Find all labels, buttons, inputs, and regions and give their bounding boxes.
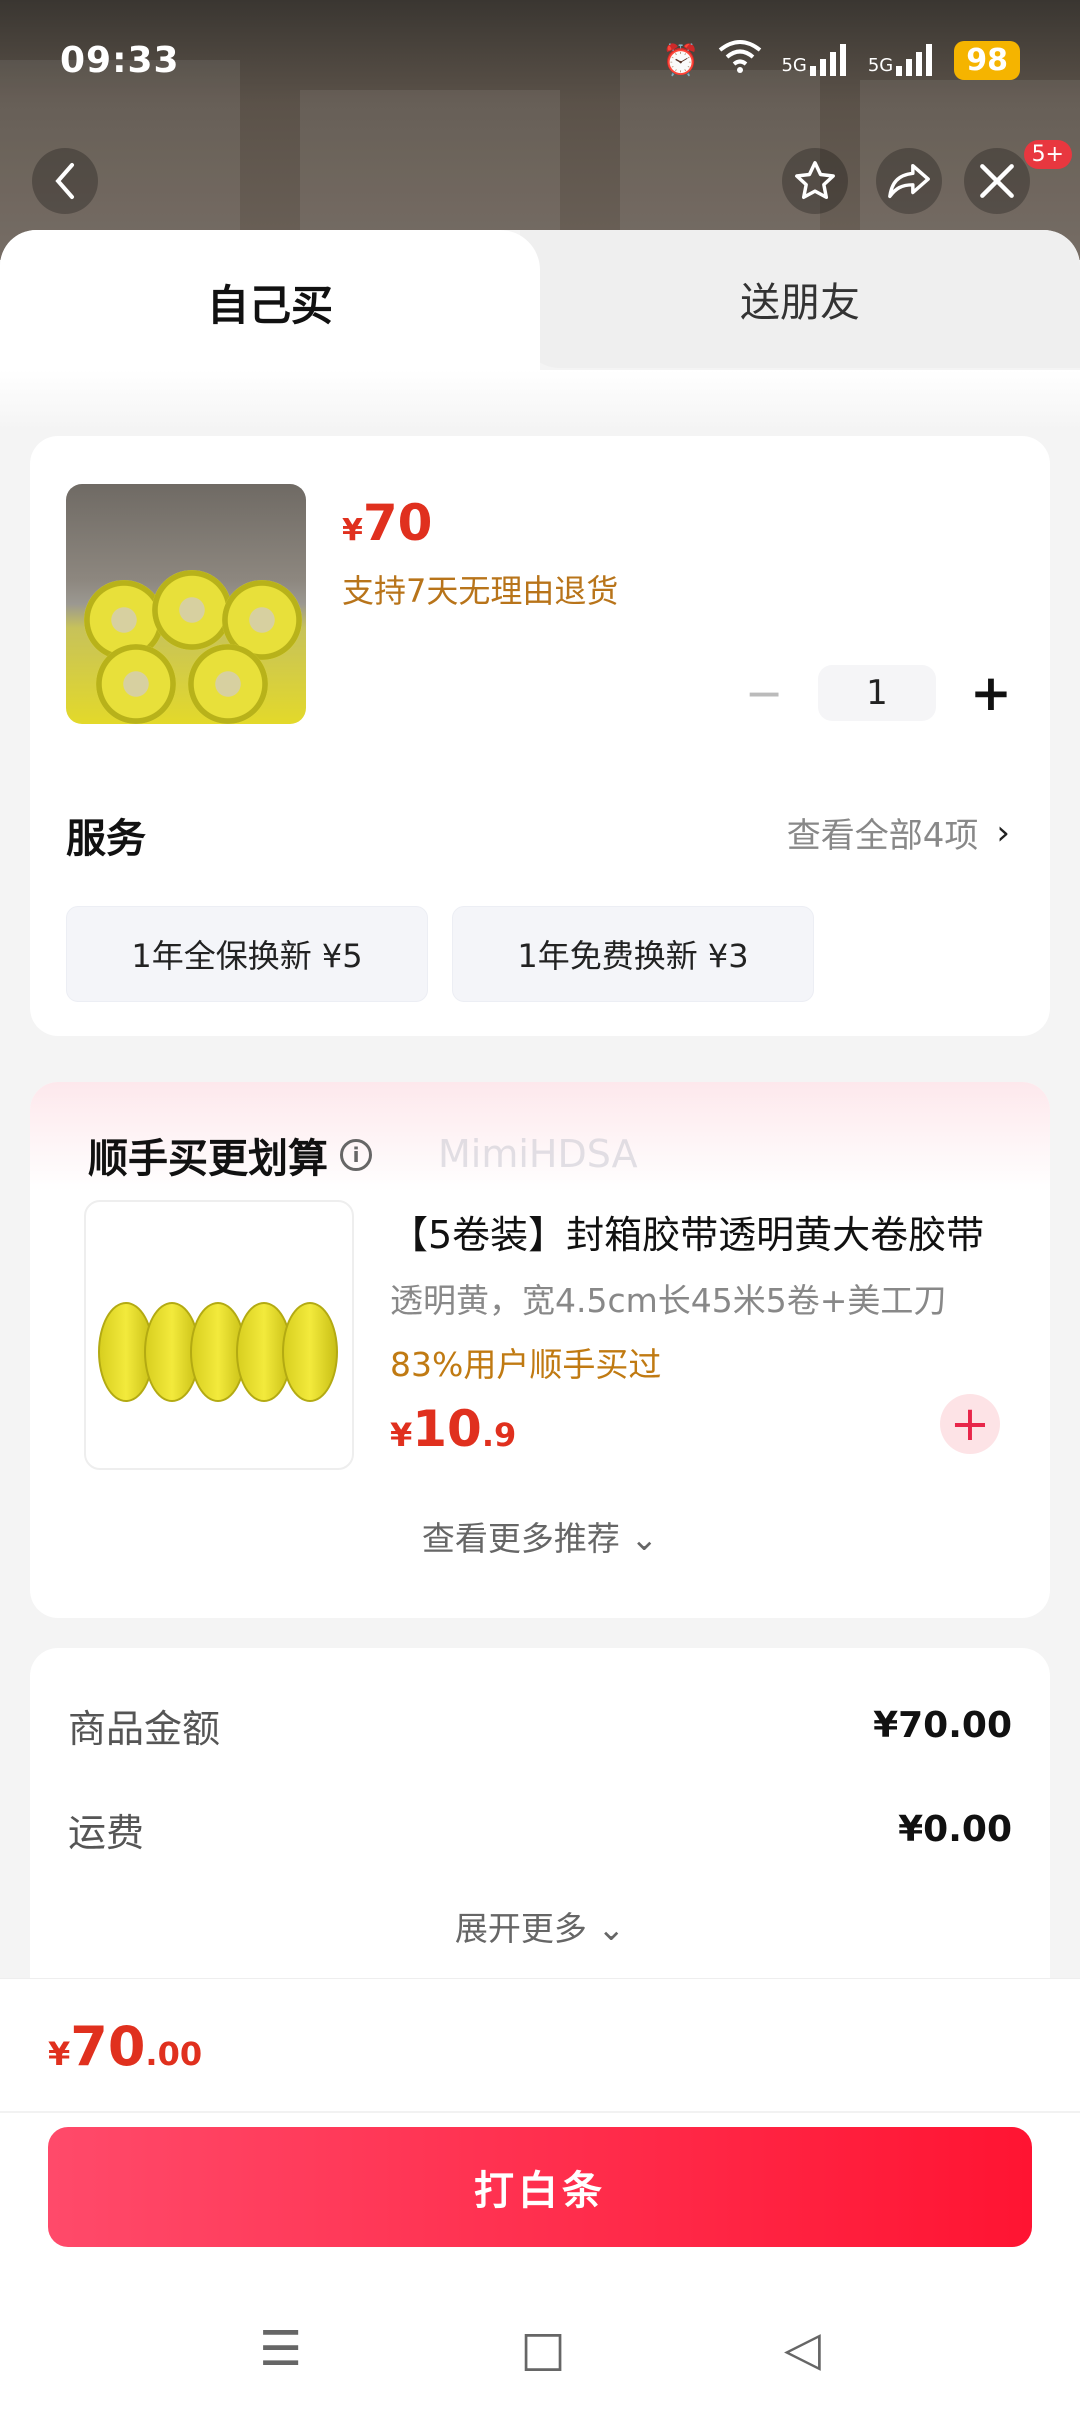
- return-policy: 支持7天无理由退货: [342, 572, 619, 610]
- currency-symbol: ¥: [48, 2035, 71, 2073]
- product-image[interactable]: [66, 484, 306, 724]
- quantity-stepper: − 1 +: [744, 664, 1012, 722]
- goods-amount-row: 商品金额 ¥70.00: [68, 1698, 1012, 1753]
- recommendation-title-text: 顺手买更划算: [88, 1136, 328, 1182]
- star-icon: [795, 161, 835, 200]
- alarm-icon: ⏰: [662, 42, 700, 78]
- view-all-label: 查看全部4项: [786, 816, 979, 856]
- price-value: 70: [362, 494, 433, 552]
- tab-bar: 送朋友 自己买: [0, 230, 1080, 410]
- share-icon: [888, 163, 930, 199]
- total-price: ¥70.00: [48, 2015, 202, 2078]
- tape-roll: [96, 644, 176, 724]
- status-bar: 09:33 ⏰ 5G 5G 98: [0, 0, 1080, 120]
- product-price: ¥70: [342, 494, 432, 552]
- share-button[interactable]: [876, 148, 942, 214]
- tape-roll: [152, 570, 232, 650]
- status-icons: ⏰ 5G 5G 98: [662, 38, 1020, 82]
- home-icon[interactable]: □: [520, 2321, 565, 2377]
- increase-button[interactable]: +: [970, 664, 1012, 722]
- status-time: 09:33: [60, 40, 180, 81]
- order-summary-card: 商品金额 ¥70.00 运费 ¥0.00 展开更多 ⌄: [30, 1648, 1050, 2008]
- total-decimal: .00: [145, 2035, 203, 2073]
- shipping-label: 运费: [68, 1811, 145, 1855]
- currency-symbol: ¥: [390, 1416, 413, 1454]
- tab-gift-friend[interactable]: 送朋友: [520, 230, 1080, 368]
- recommendation-title: 顺手买更划算 i: [88, 1126, 372, 1184]
- battery-indicator: 98: [954, 40, 1020, 80]
- tape-roll: [282, 1302, 338, 1402]
- total-integer: 70: [70, 2015, 146, 2078]
- add-recommended-button[interactable]: +: [940, 1394, 1000, 1454]
- view-more-recommendations[interactable]: 查看更多推荐 ⌄: [30, 1512, 1050, 1560]
- pay-button[interactable]: 打白条: [48, 2127, 1032, 2247]
- favorite-button[interactable]: [782, 148, 848, 214]
- recommended-buy-rate: 83%用户顺手买过: [390, 1345, 662, 1384]
- divider: [0, 2111, 1080, 2113]
- recommended-product-image[interactable]: [84, 1200, 354, 1470]
- wifi-icon: [717, 38, 763, 82]
- shipping-value: ¥0.00: [898, 1809, 1012, 1850]
- product-card: ¥70 支持7天无理由退货 − 1 + 服务 查看全部4项 › 1年全保换新 ¥…: [30, 436, 1050, 1036]
- system-navigation-bar: ☰ □ ◁: [0, 2299, 1080, 2399]
- chevron-right-icon: ›: [996, 812, 1010, 853]
- watermark: MimiHDSA: [438, 1132, 638, 1176]
- price-decimal: .9: [481, 1416, 517, 1454]
- goods-amount-label: 商品金额: [68, 1707, 221, 1751]
- purchase-sheet: 送朋友 自己买 ¥70 支持7天无理由退货 − 1 + 服务 查看全部4项 › …: [0, 230, 1080, 2150]
- services-title: 服务: [66, 816, 146, 862]
- service-option[interactable]: 1年全保换新 ¥5: [66, 906, 428, 1002]
- recommended-product-name[interactable]: 【5卷装】封箱胶带透明黄大卷胶带: [390, 1204, 1010, 1259]
- recommendation-card: 顺手买更划算 i MimiHDSA 【5卷装】封箱胶带透明黄大卷胶带 透明黄，宽…: [30, 1082, 1050, 1618]
- close-icon: [980, 164, 1014, 198]
- notification-badge: 5+: [1023, 140, 1072, 169]
- back-icon[interactable]: ◁: [784, 2321, 821, 2377]
- checkout-bar: ¥70.00 打白条 ☰ □ ◁: [0, 1978, 1080, 2412]
- shipping-row: 运费 ¥0.00: [68, 1802, 1012, 1857]
- expand-more-button[interactable]: 展开更多 ⌄: [30, 1902, 1050, 1950]
- decrease-button[interactable]: −: [744, 666, 784, 720]
- back-button[interactable]: [32, 148, 98, 214]
- recommended-product-price: ¥10.9: [390, 1400, 516, 1458]
- currency-symbol: ¥: [342, 513, 363, 548]
- tape-roll: [188, 644, 268, 724]
- tab-underlay: [0, 370, 1080, 430]
- close-button[interactable]: [964, 148, 1030, 214]
- menu-icon[interactable]: ☰: [259, 2321, 302, 2377]
- network-type: 5G: [867, 55, 894, 76]
- view-all-services[interactable]: 查看全部4项 ›: [787, 808, 1010, 857]
- signal-icon: 5G: [781, 44, 849, 76]
- goods-amount-value: ¥70.00: [873, 1705, 1012, 1746]
- chevron-left-icon: [55, 163, 74, 199]
- recommended-product-spec: 透明黄，宽4.5cm长45米5卷+美工刀: [390, 1281, 947, 1320]
- signal-icon: 5G: [868, 44, 936, 76]
- price-integer: 10: [412, 1400, 482, 1458]
- info-icon[interactable]: i: [340, 1139, 372, 1171]
- quantity-input[interactable]: 1: [818, 665, 936, 721]
- service-option[interactable]: 1年免费换新 ¥3: [452, 906, 814, 1002]
- network-type: 5G: [781, 55, 807, 76]
